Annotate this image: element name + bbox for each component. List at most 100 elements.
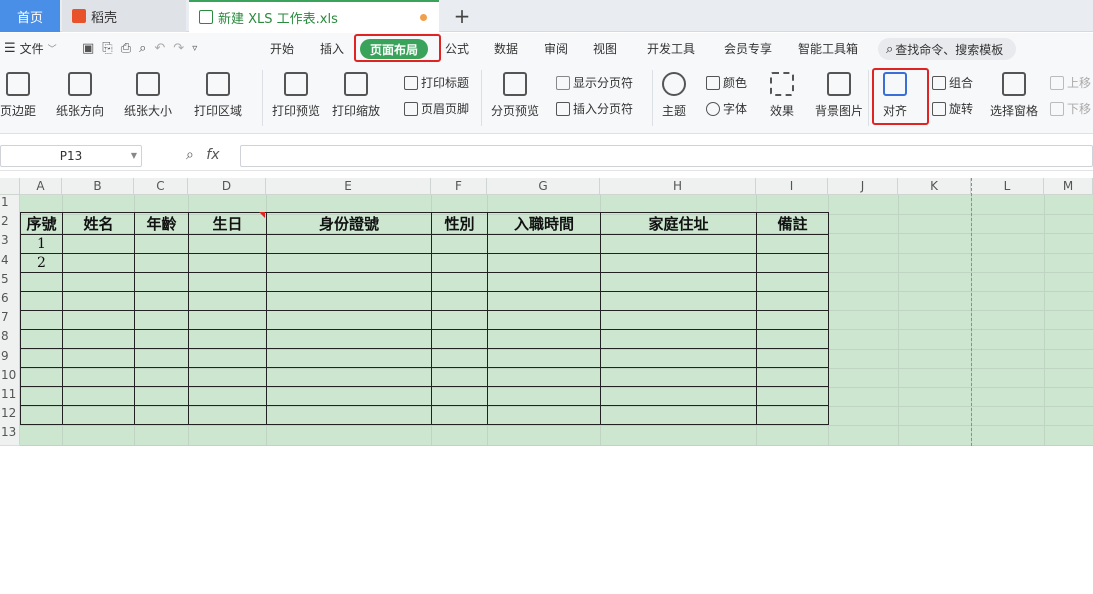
table-cell[interactable] [487, 272, 601, 292]
column-header-b[interactable]: B [62, 178, 134, 195]
save-icon[interactable]: ▣ [82, 41, 94, 56]
column-header-k[interactable]: K [898, 178, 971, 195]
menu-item-developer[interactable]: 开发工具 [647, 33, 695, 64]
header-cell-address[interactable]: 家庭住址 [600, 212, 757, 235]
tab-home[interactable]: 首页 [0, 0, 60, 32]
menu-item-formula[interactable]: 公式 [445, 33, 469, 64]
header-cell-name[interactable]: 姓名 [62, 212, 135, 235]
column-header-e[interactable]: E [266, 178, 431, 195]
table-cell[interactable] [20, 291, 63, 311]
name-box[interactable]: P13 ▼ [0, 145, 142, 167]
table-cell[interactable] [188, 405, 267, 425]
print-area-button[interactable]: 打印区域 [194, 72, 242, 119]
column-header-c[interactable]: C [134, 178, 188, 195]
export-pdf-icon[interactable]: ⎘ [102, 41, 112, 56]
table-cell[interactable] [266, 348, 432, 368]
table-cell[interactable] [600, 234, 757, 254]
new-tab-button[interactable]: + [450, 0, 474, 32]
fx-icon[interactable]: fx [206, 147, 219, 163]
column-header-h[interactable]: H [600, 178, 756, 195]
table-cell[interactable] [20, 386, 63, 406]
orientation-button[interactable]: 纸张方向 [56, 72, 104, 119]
table-cell[interactable] [62, 348, 135, 368]
table-cell[interactable] [20, 405, 63, 425]
row-header-9[interactable]: 9 [0, 348, 20, 368]
table-cell[interactable] [188, 386, 267, 406]
table-cell[interactable] [756, 329, 829, 349]
table-cell[interactable] [756, 405, 829, 425]
row-header-8[interactable]: 8 [0, 329, 20, 349]
table-cell[interactable] [266, 310, 432, 330]
table-cell[interactable] [134, 405, 189, 425]
table-cell[interactable] [487, 405, 601, 425]
table-cell[interactable] [62, 234, 135, 254]
row-header-7[interactable]: 7 [0, 310, 20, 330]
menu-item-review[interactable]: 审阅 [544, 33, 568, 64]
table-cell[interactable] [134, 253, 189, 273]
table-cell[interactable] [266, 329, 432, 349]
bring-forward-button[interactable]: 上移 [1050, 74, 1091, 91]
table-cell[interactable] [20, 329, 63, 349]
column-header-f[interactable]: F [431, 178, 487, 195]
table-cell[interactable] [266, 272, 432, 292]
table-cell[interactable] [266, 253, 432, 273]
table-cell[interactable] [188, 291, 267, 311]
row-header-3[interactable]: 3 [0, 233, 20, 253]
table-cell[interactable] [62, 367, 135, 387]
table-cell[interactable] [756, 253, 829, 273]
table-cell[interactable] [134, 329, 189, 349]
theme-button[interactable]: 主题 [662, 72, 686, 119]
table-cell[interactable] [431, 272, 488, 292]
table-cell[interactable] [431, 234, 488, 254]
table-cell[interactable] [266, 367, 432, 387]
table-cell[interactable] [188, 234, 267, 254]
column-header-g[interactable]: G [487, 178, 600, 195]
menu-item-view[interactable]: 视图 [593, 33, 617, 64]
table-cell[interactable] [20, 272, 63, 292]
table-cell[interactable] [600, 329, 757, 349]
table-cell[interactable] [756, 367, 829, 387]
print-titles-button[interactable]: 打印标题 [404, 74, 469, 91]
table-cell[interactable] [756, 234, 829, 254]
table-cell[interactable] [62, 310, 135, 330]
row-header-1[interactable]: 1 [0, 195, 20, 215]
menu-item-start[interactable]: 开始 [270, 33, 294, 64]
rotate-button[interactable]: 旋转 [932, 100, 973, 117]
table-cell[interactable] [134, 291, 189, 311]
insert-page-break-button[interactable]: 插入分页符 [556, 100, 633, 117]
table-cell[interactable] [62, 272, 135, 292]
row-header-2[interactable]: 2 [0, 214, 20, 234]
menu-item-insert[interactable]: 插入 [320, 33, 344, 64]
file-menu[interactable]: ☰ 文件 ﹀ [4, 33, 57, 64]
table-cell[interactable] [188, 348, 267, 368]
table-cell[interactable] [756, 291, 829, 311]
row-header-12[interactable]: 12 [0, 406, 20, 426]
table-cell[interactable] [487, 253, 601, 273]
print-scale-button[interactable]: 打印缩放 [332, 72, 380, 119]
table-cell[interactable] [62, 386, 135, 406]
paper-size-button[interactable]: 纸张大小 [124, 72, 172, 119]
table-cell[interactable] [134, 310, 189, 330]
table-cell[interactable] [487, 329, 601, 349]
column-header-d[interactable]: D [188, 178, 266, 195]
menu-item-smart-tools[interactable]: 智能工具箱 [798, 33, 858, 64]
table-cell[interactable] [62, 291, 135, 311]
search-box[interactable]: ⌕ 查找命令、搜索模板 [878, 38, 1016, 60]
table-cell[interactable] [600, 272, 757, 292]
table-cell[interactable] [20, 310, 63, 330]
table-cell[interactable] [487, 348, 601, 368]
customize-icon[interactable]: ▿ [192, 43, 197, 54]
table-cell[interactable] [600, 291, 757, 311]
table-cell[interactable] [600, 405, 757, 425]
table-cell[interactable] [62, 329, 135, 349]
table-cell[interactable] [600, 253, 757, 273]
send-backward-button[interactable]: 下移 [1050, 100, 1091, 117]
header-footer-button[interactable]: 页眉页脚 [404, 100, 469, 117]
table-cell[interactable] [756, 386, 829, 406]
tab-file[interactable]: 新建 XLS 工作表.xls [189, 0, 439, 32]
table-cell[interactable] [266, 405, 432, 425]
table-cell[interactable] [188, 367, 267, 387]
table-cell[interactable] [431, 386, 488, 406]
table-cell[interactable] [134, 348, 189, 368]
table-cell[interactable] [134, 272, 189, 292]
